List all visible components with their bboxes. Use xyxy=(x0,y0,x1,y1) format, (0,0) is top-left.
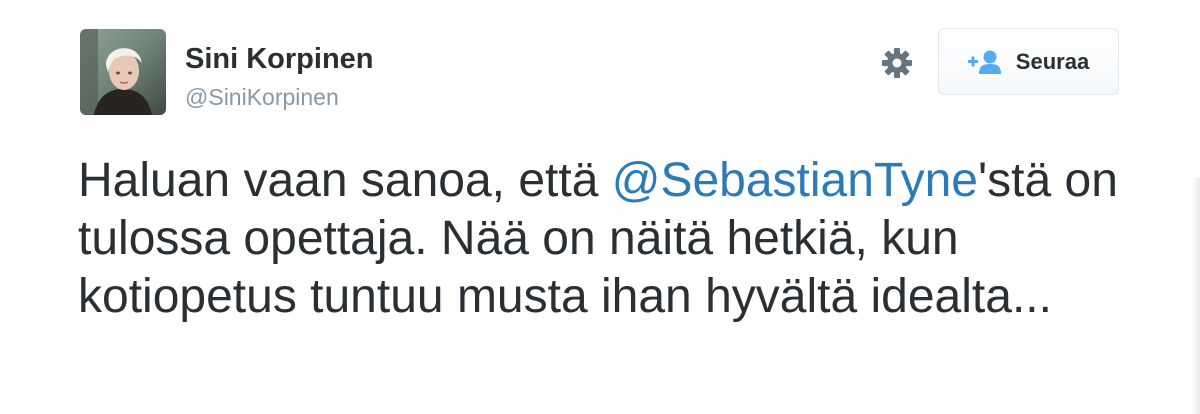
add-user-icon xyxy=(967,50,1001,74)
follow-button[interactable]: Seuraa xyxy=(938,28,1119,95)
tweet-card: Sini Korpinen @SiniKorpinen Seuraa Halua… xyxy=(0,0,1200,414)
scroll-edge-shadow xyxy=(1191,178,1200,414)
avatar-photo xyxy=(80,29,166,115)
tweet-text: Haluan vaan sanoa, että @SebastianTyne's… xyxy=(78,152,1168,326)
gear-icon[interactable] xyxy=(879,45,915,81)
mention-link[interactable]: @SebastianTyne xyxy=(612,154,978,207)
tweet-text-start: Haluan vaan sanoa, että xyxy=(78,154,612,207)
avatar[interactable] xyxy=(80,29,166,115)
user-name[interactable]: Sini Korpinen xyxy=(185,42,374,76)
follow-button-label: Seuraa xyxy=(1015,48,1090,74)
user-handle[interactable]: @SiniKorpinen xyxy=(185,83,339,111)
